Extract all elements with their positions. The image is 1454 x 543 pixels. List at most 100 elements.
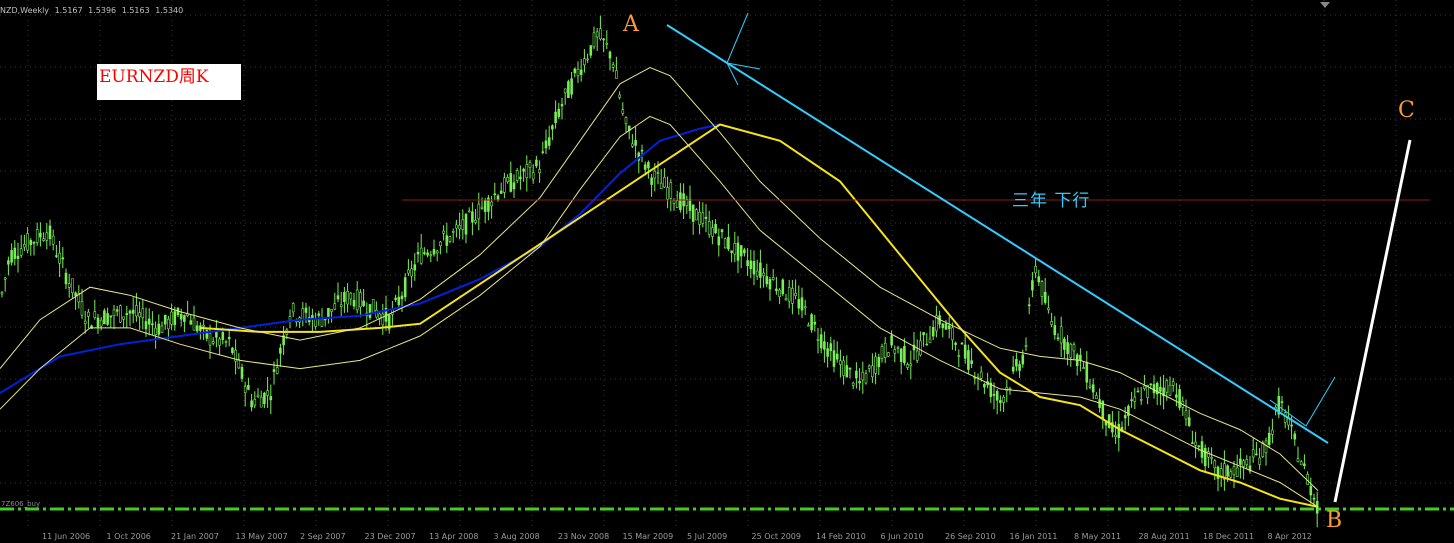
candle-body	[755, 270, 759, 277]
candle-body	[519, 176, 522, 180]
candle-body	[1063, 338, 1066, 350]
candle-body	[611, 64, 615, 68]
candle-body	[1034, 265, 1037, 274]
candle-body	[906, 364, 909, 368]
candle-body	[394, 297, 397, 300]
candle-body	[679, 192, 682, 211]
candle-body	[1229, 471, 1233, 478]
candle-body	[359, 292, 362, 308]
candle-body	[419, 247, 423, 264]
candle-body	[346, 290, 349, 305]
candle-body	[995, 390, 999, 401]
candle-body	[339, 304, 343, 307]
candle-body	[442, 230, 445, 234]
candle-body	[896, 347, 900, 349]
candle-body	[499, 190, 503, 194]
candle-body	[1255, 453, 1258, 456]
candle-body	[71, 278, 74, 294]
candle-body	[711, 227, 714, 237]
candle-body	[634, 140, 637, 146]
candle-body	[157, 323, 161, 335]
candle-body	[93, 311, 97, 318]
candle-body	[650, 177, 653, 185]
candle-body	[151, 323, 154, 326]
candle-body	[855, 370, 858, 379]
point-a-label: A	[623, 12, 639, 37]
candle-body	[1219, 468, 1223, 477]
candle-body	[842, 360, 845, 376]
candle-body	[272, 369, 276, 372]
candle-body	[666, 187, 669, 200]
candle-body	[778, 289, 781, 297]
candle-body	[736, 242, 740, 261]
x-tick-label: 25 Oct 2009	[752, 532, 801, 541]
candle-body	[26, 233, 29, 251]
candle-body	[640, 149, 644, 152]
candle-body	[823, 341, 826, 350]
candle-body	[439, 241, 442, 247]
candle-body	[618, 94, 621, 98]
candle-body	[880, 346, 884, 359]
candle-body	[128, 310, 132, 314]
candle-body	[227, 336, 231, 340]
candle-body	[928, 338, 932, 344]
candle-body	[83, 320, 87, 325]
candle-body	[919, 340, 922, 356]
candle-body	[621, 109, 625, 114]
candle-body	[1245, 459, 1249, 465]
candle-body	[279, 347, 282, 354]
candle-body	[368, 304, 372, 318]
candle-body	[16, 255, 20, 259]
candle-body	[797, 299, 801, 309]
candle-body	[858, 380, 861, 384]
candle-body	[909, 363, 913, 366]
candle-body	[1130, 399, 1133, 401]
candle-body	[643, 164, 647, 170]
candle-body	[458, 225, 461, 230]
candle-body	[599, 28, 602, 40]
candle-body	[448, 236, 452, 242]
candle-body	[624, 117, 628, 124]
x-tick-label: 8 May 2011	[1074, 532, 1121, 541]
candle-body	[1133, 396, 1137, 402]
moving-average-lines	[0, 66, 1319, 508]
candle-body	[208, 332, 212, 346]
candle-body	[19, 248, 23, 256]
candle-body	[765, 276, 769, 285]
candle-body	[1024, 345, 1028, 347]
candle-body	[1088, 385, 1092, 388]
candle-body	[179, 314, 183, 320]
candle-body	[336, 295, 340, 300]
candle-body	[1091, 384, 1095, 393]
candle-body	[544, 140, 548, 149]
x-tick-label: 13 Apr 2008	[429, 532, 478, 541]
symbol-label: NZD,Weekly	[0, 6, 50, 15]
candle-body	[119, 305, 122, 323]
candle-body	[631, 143, 634, 147]
candle-body	[464, 214, 468, 235]
candle-body	[1187, 417, 1191, 426]
candle-body	[1299, 461, 1303, 466]
candle-body	[547, 137, 551, 146]
candle-body	[714, 223, 717, 234]
candle-body	[135, 305, 138, 317]
candle-body	[173, 311, 177, 326]
candle-body	[861, 371, 865, 381]
candle-body	[743, 249, 746, 254]
candle-body	[739, 245, 743, 257]
candle-body	[1258, 457, 1261, 465]
candle-body	[605, 42, 609, 45]
candle-body	[221, 332, 225, 340]
candle-body	[883, 342, 887, 359]
candle-body	[1082, 367, 1085, 369]
chart-shift-marker-icon[interactable]	[1320, 2, 1330, 8]
candle-body	[704, 216, 708, 219]
candle-body	[195, 325, 199, 332]
candle-body	[1059, 326, 1063, 344]
candle-body	[80, 301, 84, 316]
candle-body	[231, 347, 234, 354]
candle-body	[893, 349, 897, 354]
candle-body	[237, 359, 241, 369]
candle-body	[352, 299, 356, 307]
candle-body	[851, 382, 855, 386]
